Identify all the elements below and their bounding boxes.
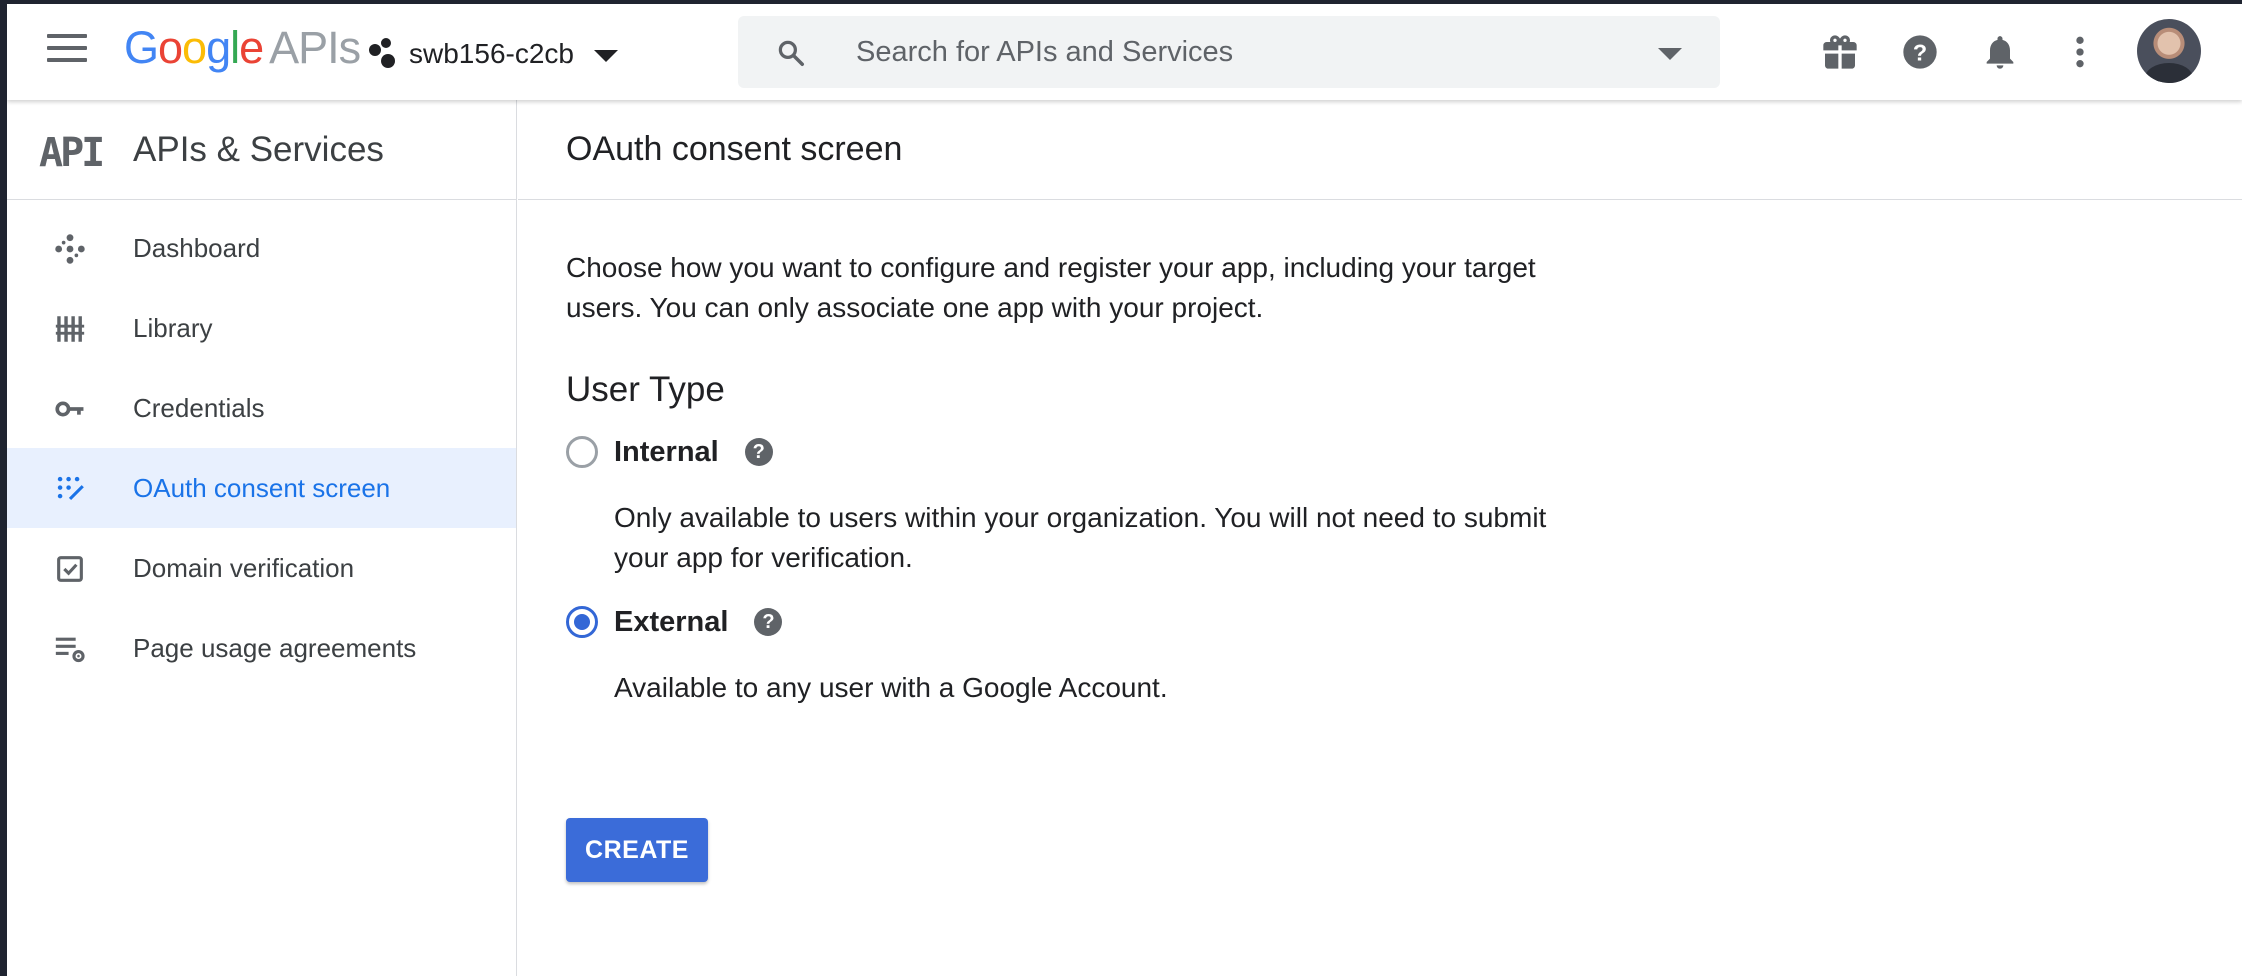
consent-form: Choose how you want to configure and reg…: [566, 248, 1566, 708]
project-selector[interactable]: swb156-c2cb: [367, 32, 618, 76]
intro-text: Choose how you want to configure and reg…: [566, 252, 1536, 323]
app-window: GoogleAPIs swb156-c2cb ?: [7, 4, 2242, 976]
consent-icon: [57, 476, 84, 501]
settings-list-icon: [55, 637, 85, 663]
internal-description: Only available to users within your orga…: [614, 502, 1547, 573]
sidebar-item-dashboard[interactable]: Dashboard: [7, 208, 516, 288]
project-icon: [367, 36, 401, 72]
sidebar-header: API APIs & Services: [7, 100, 516, 200]
avatar[interactable]: [2137, 19, 2201, 83]
internal-radio[interactable]: [566, 436, 598, 468]
help-icon[interactable]: ?: [754, 608, 783, 636]
internal-label[interactable]: Internal: [614, 436, 719, 469]
chevron-down-icon: [593, 50, 618, 62]
menu-icon[interactable]: [47, 34, 87, 68]
sidebar-item-label: OAuth consent screen: [133, 472, 391, 503]
sidebar-nav: Dashboard Library Credentials OAuth cons…: [7, 200, 516, 688]
sidebar-item-oauth-consent-screen[interactable]: OAuth consent screen: [7, 448, 516, 528]
api-icon: API: [39, 132, 105, 172]
top-bar: GoogleAPIs swb156-c2cb ?: [7, 4, 2242, 100]
sidebar-item-label: Page usage agreements: [133, 632, 417, 663]
sidebar-item-label: Dashboard: [133, 232, 261, 263]
create-button[interactable]: CREATE: [566, 818, 708, 882]
search-icon: [778, 40, 804, 66]
search-dropdown-icon[interactable]: [1658, 48, 1682, 60]
project-name: swb156-c2cb: [409, 38, 574, 69]
library-icon: [55, 316, 85, 342]
page-header: OAuth consent screen: [518, 100, 2242, 200]
sidebar: API APIs & Services Dashboard Library Cr…: [7, 100, 517, 976]
sidebar-item-page-usage-agreements[interactable]: Page usage agreements: [7, 608, 516, 688]
sidebar-item-library[interactable]: Library: [7, 288, 516, 368]
sidebar-item-label: Credentials: [133, 392, 265, 423]
user-type-heading: User Type: [566, 370, 725, 409]
checkbox-icon: [57, 556, 83, 582]
help-icon[interactable]: ?: [1900, 32, 1940, 72]
sidebar-item-label: Library: [133, 312, 213, 343]
main-content: OAuth consent screen Choose how you want…: [518, 100, 2242, 976]
more-vert-icon[interactable]: [2060, 32, 2100, 72]
search-input[interactable]: [856, 16, 1656, 88]
svg-text:?: ?: [1913, 39, 1927, 65]
notifications-icon[interactable]: [1980, 32, 2020, 72]
google-apis-logo[interactable]: Google APIs: [124, 22, 361, 74]
external-radio[interactable]: [566, 606, 598, 638]
external-description: Available to any user with a Google Acco…: [614, 672, 1168, 703]
sidebar-title: APIs & Services: [133, 130, 384, 169]
search-bar[interactable]: [738, 16, 1720, 88]
option-internal[interactable]: Internal ?: [566, 422, 1566, 482]
sidebar-item-credentials[interactable]: Credentials: [7, 368, 516, 448]
page-title: OAuth consent screen: [566, 130, 903, 168]
key-icon: [55, 401, 84, 417]
svg-text:API: API: [39, 132, 102, 172]
sidebar-item-domain-verification[interactable]: Domain verification: [7, 528, 516, 608]
logo-apis-text: APIs: [269, 22, 361, 73]
help-icon[interactable]: ?: [744, 438, 773, 466]
sidebar-item-label: Domain verification: [133, 552, 355, 583]
gift-icon[interactable]: [1820, 32, 1860, 72]
external-label[interactable]: External: [614, 606, 728, 639]
dashboard-icon: [55, 234, 85, 264]
option-external[interactable]: External ?: [566, 592, 1566, 652]
